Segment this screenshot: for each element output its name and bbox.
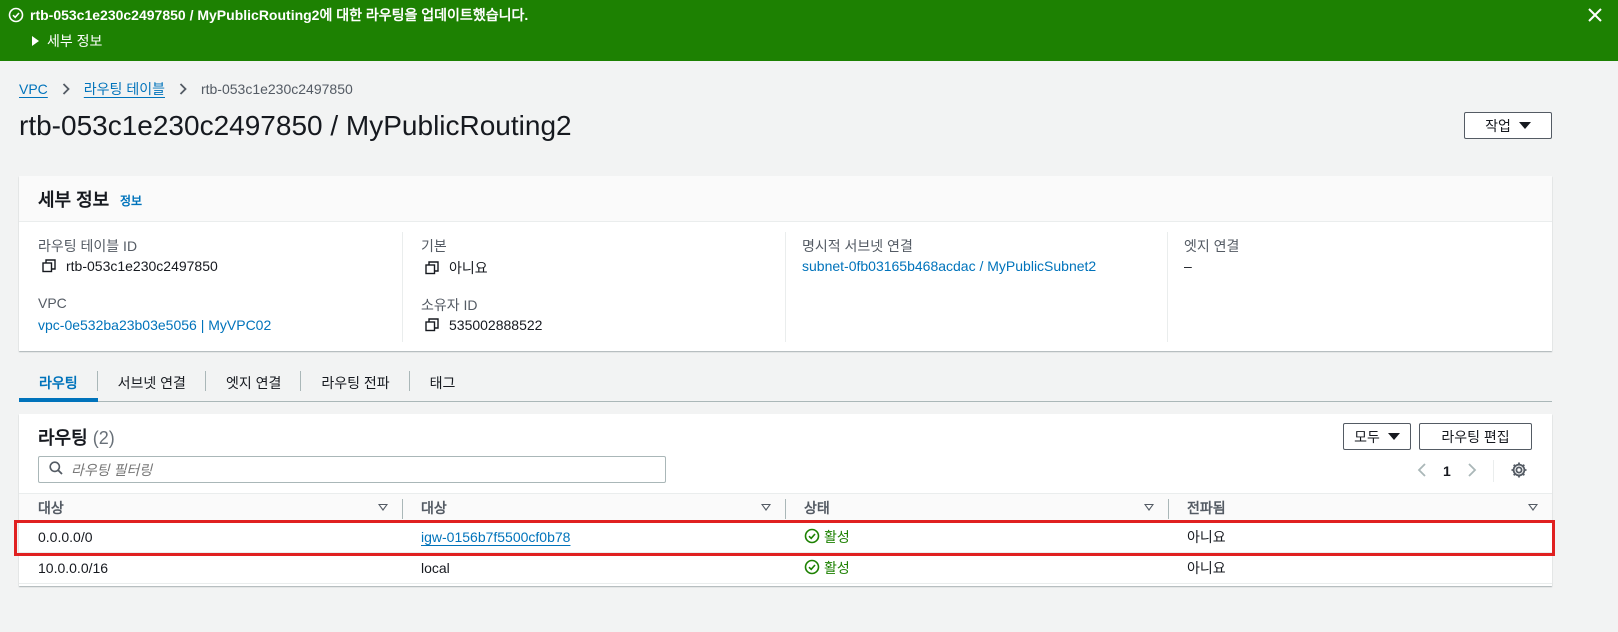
edge-assoc-value: – [1184, 258, 1192, 274]
route-destination: 10.0.0.0/16 [19, 552, 402, 584]
route-table-id-value: rtb-053c1e230c2497850 [42, 258, 218, 274]
routes-title: 라우팅 (2) [38, 428, 115, 448]
main-value-text: 아니요 [449, 260, 488, 276]
routes-panel: 라우팅 (2) 모두 라우팅 편집 1 대상 대상 상태 전파됨 0.0.0.0… [19, 414, 1552, 586]
sort-icon[interactable] [761, 504, 771, 511]
table-row[interactable]: 0.0.0.0/0 igw-0156b7f5500cf0b78 활성 아니요 [19, 521, 1552, 553]
edge-assoc-label: 엣지 연결 [1184, 238, 1240, 254]
details-column-2: 기본 아니요 소유자 ID 535002888522 [402, 232, 785, 342]
caret-right-icon [32, 36, 39, 46]
route-target-link[interactable]: igw-0156b7f5500cf0b78 [421, 529, 570, 545]
subnet-assoc-link[interactable]: subnet-0fb03165b468acdac / MyPublicSubne… [802, 258, 1096, 274]
owner-label: 소유자 ID [421, 297, 478, 313]
gear-icon[interactable] [1510, 461, 1528, 482]
vpc-link[interactable]: vpc-0e532ba23b03e5056 | MyVPC02 [38, 317, 271, 333]
details-title: 세부 정보 [38, 190, 110, 210]
pagination: 1 [1417, 460, 1528, 482]
owner-value-text: 535002888522 [449, 317, 543, 333]
info-link[interactable]: 정보 [120, 192, 142, 209]
flash-details-label: 세부 정보 [47, 33, 103, 49]
sort-icon[interactable] [1144, 504, 1154, 511]
column-header-status[interactable]: 상태 [785, 493, 1168, 522]
route-table-id-text: rtb-053c1e230c2497850 [66, 258, 218, 274]
details-column-4: 엣지 연결 – [1167, 232, 1552, 342]
search-input[interactable] [71, 461, 651, 478]
route-propagated: 아니요 [1168, 552, 1552, 584]
caret-down-icon [1387, 433, 1400, 440]
caret-down-icon [1518, 122, 1531, 129]
flash-message: rtb-053c1e230c2497850 / MyPublicRouting2… [30, 7, 529, 23]
breadcrumb-route-tables-link[interactable]: 라우팅 테이블 [84, 79, 165, 99]
status-badge: 활성 [804, 527, 1168, 547]
copy-icon[interactable] [425, 261, 439, 275]
copy-icon[interactable] [425, 318, 439, 332]
routes-table: 대상 대상 상태 전파됨 0.0.0.0/0 igw-0156b7f5500cf… [19, 493, 1552, 584]
details-panel: 세부 정보 정보 라우팅 테이블 ID rtb-053c1e230c249785… [19, 176, 1552, 351]
sort-icon[interactable] [378, 504, 388, 511]
chevron-left-icon[interactable] [1417, 462, 1427, 481]
tab-bar: 라우팅 서브넷 연결 엣지 연결 라우팅 전파 태그 [19, 365, 1552, 402]
vpc-label: VPC [38, 295, 67, 311]
success-check-icon [804, 528, 820, 547]
subnet-assoc-label: 명시적 서브넷 연결 [802, 238, 913, 254]
copy-icon[interactable] [42, 259, 56, 273]
route-target: local [402, 552, 785, 584]
status-badge: 활성 [804, 558, 1168, 578]
routes-count: (2) [92, 428, 115, 448]
main-value: 아니요 [425, 258, 488, 278]
route-table-id-label: 라우팅 테이블 ID [38, 238, 138, 254]
flash-details-toggle[interactable]: 세부 정보 [32, 31, 102, 51]
owner-value: 535002888522 [425, 317, 542, 333]
search-icon [49, 461, 63, 478]
actions-label: 작업 [1485, 117, 1511, 134]
route-destination: 0.0.0.0/0 [19, 521, 402, 553]
breadcrumb-vpc-link[interactable]: VPC [19, 81, 48, 97]
breadcrumb: VPC 라우팅 테이블 rtb-053c1e230c2497850 [19, 79, 353, 99]
chevron-right-icon[interactable] [1467, 462, 1477, 481]
actions-button[interactable]: 작업 [1464, 112, 1552, 139]
success-flash-banner: rtb-053c1e230c2497850 / MyPublicRouting2… [0, 0, 1618, 61]
route-search[interactable] [38, 456, 666, 483]
column-header-target[interactable]: 대상 [402, 493, 785, 522]
page-title: rtb-053c1e230c2497850 / MyPublicRouting2 [19, 110, 572, 141]
page-number[interactable]: 1 [1443, 463, 1451, 479]
tab-routes[interactable]: 라우팅 [19, 365, 98, 402]
filter-dropdown[interactable]: 모두 [1343, 423, 1411, 450]
success-check-icon [8, 7, 24, 26]
tab-tags[interactable]: 태그 [410, 365, 476, 401]
column-header-destination[interactable]: 대상 [19, 493, 402, 522]
chevron-right-icon [62, 83, 70, 95]
details-header: 세부 정보 정보 [19, 176, 1552, 222]
edit-routes-button[interactable]: 라우팅 편집 [1419, 423, 1532, 450]
main-label: 기본 [421, 238, 447, 254]
details-column-1: 라우팅 테이블 ID rtb-053c1e230c2497850 VPC vpc… [38, 232, 402, 342]
close-icon[interactable] [1586, 6, 1604, 24]
table-row[interactable]: 10.0.0.0/16 local 활성 아니요 [19, 552, 1552, 584]
sort-icon[interactable] [1528, 504, 1538, 511]
route-propagated: 아니요 [1168, 521, 1552, 553]
column-header-propagated[interactable]: 전파됨 [1168, 493, 1552, 522]
tab-subnet-associations[interactable]: 서브넷 연결 [98, 365, 206, 401]
tab-edge-associations[interactable]: 엣지 연결 [206, 365, 302, 401]
breadcrumb-current: rtb-053c1e230c2497850 [200, 81, 353, 97]
tab-route-propagation[interactable]: 라우팅 전파 [301, 365, 410, 401]
filter-label: 모두 [1354, 428, 1380, 445]
chevron-right-icon [179, 83, 187, 95]
details-column-3: 명시적 서브넷 연결 subnet-0fb03165b468acdac / My… [785, 232, 1167, 342]
success-check-icon [804, 559, 820, 578]
